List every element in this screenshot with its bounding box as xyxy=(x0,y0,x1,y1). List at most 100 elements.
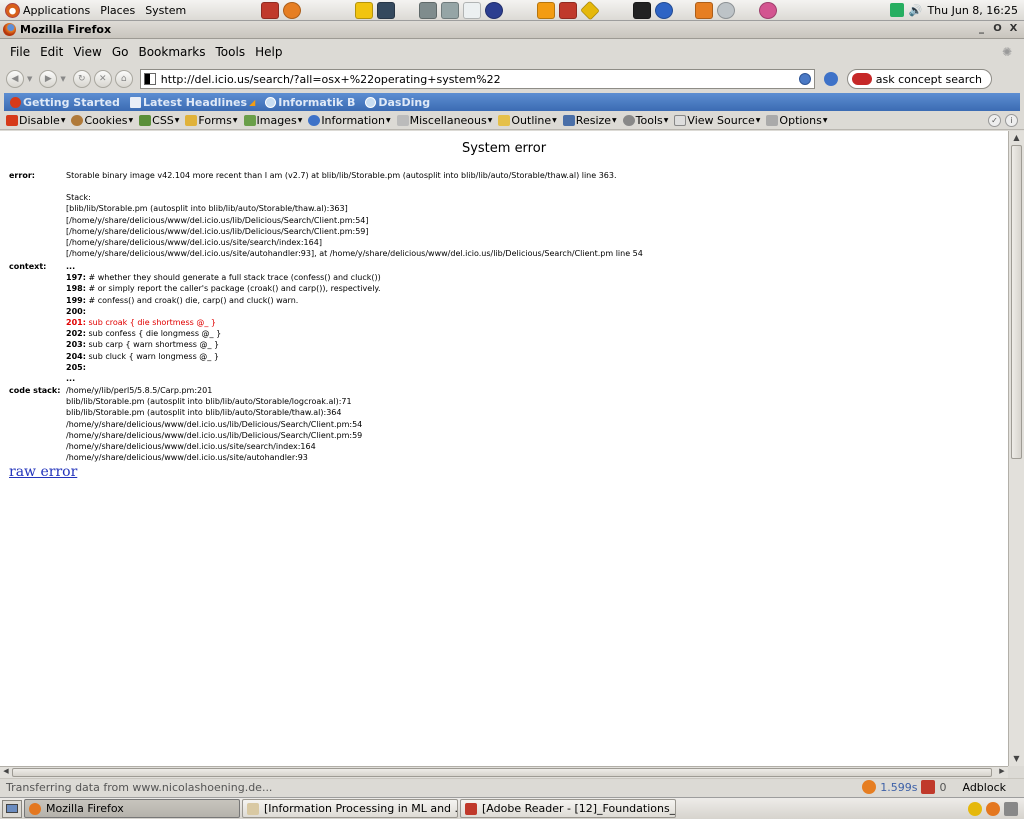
back-dropdown-icon[interactable]: ▼ xyxy=(27,75,32,83)
url-text[interactable]: http://del.icio.us/search/?all=osx+%22op… xyxy=(161,73,501,86)
dev-view-source[interactable]: View Source ▼ xyxy=(674,114,760,127)
window-titlebar[interactable]: Mozilla Firefox _ O X xyxy=(0,21,1024,39)
horizontal-scroll-thumb[interactable] xyxy=(12,768,992,777)
horizontal-scrollbar[interactable]: ◀ ▶ xyxy=(0,766,1008,778)
stop-icon[interactable]: ✕ xyxy=(93,70,112,88)
dev-cookies[interactable]: Cookies ▼ xyxy=(71,114,133,127)
minimize-button[interactable]: _ xyxy=(975,23,988,36)
back-icon[interactable]: ◀ xyxy=(6,70,24,88)
places-menu[interactable]: Places xyxy=(95,4,140,17)
menu-tools[interactable]: Tools xyxy=(212,45,252,59)
editor-launcher-icon[interactable] xyxy=(463,1,482,19)
app-launcher-icon[interactable] xyxy=(441,1,460,19)
bookmark-latest-headlines[interactable]: Latest Headlines ◢ xyxy=(129,96,255,109)
scroll-up-icon[interactable]: ▲ xyxy=(1009,131,1024,145)
dev-disable[interactable]: Disable ▼ xyxy=(6,114,65,127)
play-launcher-icon[interactable] xyxy=(655,1,674,19)
home-icon[interactable]: ⌂ xyxy=(114,70,133,88)
dev-images[interactable]: Images ▼ xyxy=(243,114,302,127)
menu-help[interactable]: Help xyxy=(251,45,288,59)
stack-line: [/home/y/share/delicious/www/del.icio.us… xyxy=(66,249,643,259)
update-icon[interactable] xyxy=(889,3,904,17)
cookies-icon xyxy=(71,115,84,126)
tray-firefox-icon[interactable] xyxy=(986,801,1000,816)
forward-icon[interactable]: ▶ xyxy=(39,70,58,88)
context-line: 200: xyxy=(66,306,381,317)
skype-launcher-icon[interactable] xyxy=(695,1,714,19)
scroll-down-icon[interactable]: ▼ xyxy=(1009,752,1024,766)
media-launcher-icon[interactable] xyxy=(633,1,652,19)
gimp-launcher-icon[interactable] xyxy=(419,1,438,19)
task-adobe-reader[interactable]: [Adobe Reader - [12]_Foundations_... xyxy=(460,799,676,818)
line-number: 200: xyxy=(66,306,86,316)
reload-icon[interactable]: ↻ xyxy=(72,70,91,88)
vertical-scroll-thumb[interactable] xyxy=(1011,145,1022,459)
dev-tools[interactable]: Tools ▼ xyxy=(622,114,668,127)
dev-outline[interactable]: Outline ▼ xyxy=(498,114,557,127)
info-icon[interactable]: i xyxy=(1005,114,1018,127)
tray-app-icon[interactable] xyxy=(968,801,982,816)
menu-go[interactable]: Go xyxy=(108,45,135,59)
trash-icon[interactable] xyxy=(1004,801,1018,816)
volume-icon[interactable]: 🔊 xyxy=(909,4,923,17)
close-button[interactable]: X xyxy=(1007,23,1020,36)
vertical-scrollbar[interactable]: ▲ ▼ xyxy=(1008,131,1024,766)
firefox-launcher-icon[interactable] xyxy=(283,1,302,19)
diamond-launcher-icon[interactable] xyxy=(580,0,601,20)
search-box[interactable]: ask concept search xyxy=(846,69,992,89)
url-bar[interactable]: http://del.icio.us/search/?all=osx+%22op… xyxy=(139,69,815,89)
validation-check-icon[interactable]: ✓ xyxy=(988,114,1001,127)
raw-error-link[interactable]: raw error xyxy=(9,464,77,480)
throbber-icon: ✺ xyxy=(1001,45,1012,59)
mail-icon[interactable] xyxy=(921,780,936,794)
bird-launcher-icon[interactable] xyxy=(537,1,556,19)
record-launcher-icon[interactable] xyxy=(759,1,778,19)
menu-view[interactable]: View xyxy=(69,45,107,59)
rss-feed-icon[interactable] xyxy=(798,73,811,85)
adblock-button[interactable]: Adblock xyxy=(962,781,1006,794)
context-line: 199: # confess() and croak() die, carp()… xyxy=(66,295,381,306)
dev-information[interactable]: Information ▼ xyxy=(308,114,391,127)
system-menu[interactable]: System xyxy=(140,4,191,17)
page-title: System error xyxy=(461,141,547,156)
go-icon[interactable] xyxy=(823,72,838,86)
line-number: 197: xyxy=(66,273,86,283)
bookmark-dasding[interactable]: DasDing xyxy=(365,96,430,109)
dev-miscellaneous[interactable]: Miscellaneous ▼ xyxy=(396,114,492,127)
code-stack-line: blib/lib/Storable.pm (autosplit into bli… xyxy=(66,397,352,407)
menu-bookmarks[interactable]: Bookmarks xyxy=(134,45,211,59)
eye-launcher-icon[interactable] xyxy=(717,1,736,19)
bookmark-getting-started[interactable]: Getting Started xyxy=(10,96,120,109)
task-firefox[interactable]: Mozilla Firefox xyxy=(24,799,240,818)
task-information-processing[interactable]: [Information Processing in ML and ... xyxy=(242,799,458,818)
dev-css[interactable]: CSS ▼ xyxy=(139,114,179,127)
show-desktop-button[interactable] xyxy=(2,799,22,818)
help-launcher-icon[interactable] xyxy=(261,1,280,19)
ask-engine-icon[interactable] xyxy=(851,73,872,85)
stack-trace: Stack: [blib/lib/Storable.pm (autosplit i… xyxy=(66,192,643,259)
applications-menu[interactable]: Applications xyxy=(0,2,95,18)
line-number: 203: xyxy=(66,340,86,350)
dev-options[interactable]: Options ▼ xyxy=(766,114,828,127)
menu-edit[interactable]: Edit xyxy=(36,45,69,59)
tools-icon xyxy=(622,115,635,126)
maximize-button[interactable]: O xyxy=(991,23,1004,36)
line-code: # confess() and croak() die, carp() and … xyxy=(88,295,299,305)
clock[interactable]: Thu Jun 8, 16:25 xyxy=(927,4,1018,17)
timer-icon[interactable] xyxy=(862,780,877,794)
status-text: Transferring data from www.nicolashoenin… xyxy=(6,780,273,794)
scroll-left-icon[interactable]: ◀ xyxy=(1,767,11,775)
fish-launcher-icon[interactable] xyxy=(559,1,578,19)
warning-launcher-icon[interactable] xyxy=(355,1,374,19)
dev-forms[interactable]: Forms ▼ xyxy=(185,114,238,127)
context-section: context: ... 197: # whether they should … xyxy=(9,261,381,384)
scroll-right-icon[interactable]: ▶ xyxy=(997,767,1007,775)
menu-file[interactable]: File xyxy=(6,45,36,59)
line-number: 205: xyxy=(66,362,86,372)
forward-dropdown-icon[interactable]: ▼ xyxy=(60,75,65,83)
terminal-launcher-icon[interactable] xyxy=(377,1,396,19)
bookmark-informatik-b[interactable]: Informatik B xyxy=(265,96,355,109)
globe-launcher-icon[interactable] xyxy=(485,1,504,19)
dev-resize[interactable]: Resize ▼ xyxy=(562,114,617,127)
search-placeholder[interactable]: ask concept search xyxy=(876,73,982,86)
